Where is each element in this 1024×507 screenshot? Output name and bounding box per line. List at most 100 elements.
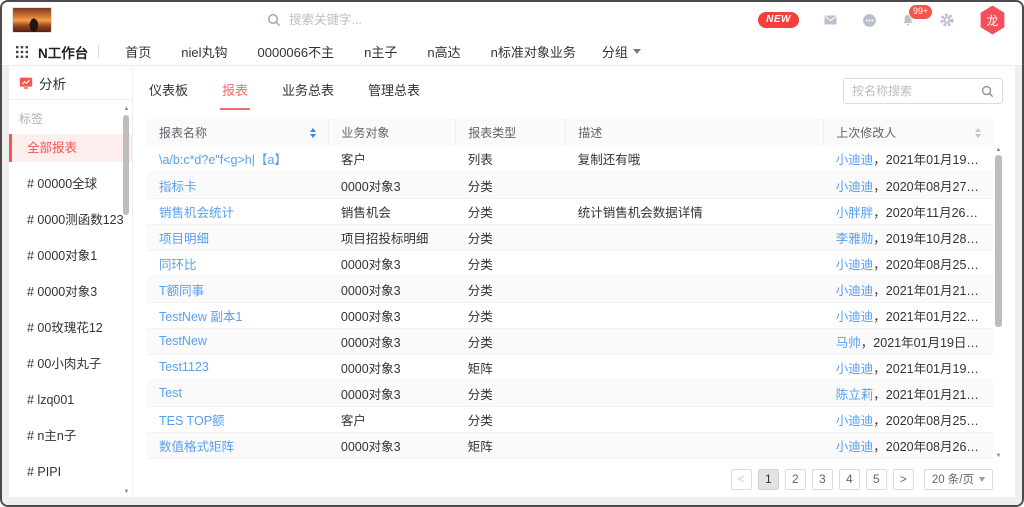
editor-link[interactable]: 小迪迪 <box>836 310 874 324</box>
report-name-link[interactable]: 同环比 <box>159 258 197 272</box>
report-name-link[interactable]: 项目明细 <box>159 232 209 246</box>
sidebar-tag-item[interactable]: # 大海主子 <box>9 490 132 497</box>
column-header-inner: 报表类型 <box>468 124 553 141</box>
editor-link[interactable]: 李雅勋 <box>836 232 874 246</box>
page-button-2[interactable]: 2 <box>785 469 806 490</box>
nav-item[interactable]: 0000066不主 <box>258 42 335 61</box>
page-button-3[interactable]: 3 <box>812 469 833 490</box>
cell-description <box>566 406 824 432</box>
editor-link[interactable]: 马帅 <box>836 336 861 350</box>
editor-link[interactable]: 小迪迪 <box>836 284 874 298</box>
nav-item[interactable]: n高达 <box>427 42 460 61</box>
gear-icon[interactable] <box>939 12 955 28</box>
mail-icon[interactable] <box>823 13 838 27</box>
cell-report-name: T额同事 <box>147 276 329 302</box>
editor-link[interactable]: 小迪迪 <box>836 362 874 376</box>
report-name-link[interactable]: 数值格式矩阵 <box>159 440 234 454</box>
cell-report-type: 分类 <box>456 172 566 198</box>
cell-report-type: 分类 <box>456 276 566 302</box>
editor-link[interactable]: 小胖胖 <box>836 206 874 220</box>
app-window: NEW 99+ 龙 N工作台 首页niel丸钩000006 <box>0 0 1024 507</box>
report-name-link[interactable]: Test1123 <box>159 360 209 374</box>
report-name-link[interactable]: \a/b:c*d?e"f<g>h|【a】 <box>159 153 287 167</box>
next-page-button[interactable]: > <box>893 469 914 490</box>
sort-icon[interactable] <box>310 128 316 138</box>
sidebar-tag-item[interactable]: # 0000测函数123 <box>9 202 132 238</box>
scroll-down-icon[interactable]: ▼ <box>122 489 131 495</box>
sort-icon[interactable] <box>975 128 981 138</box>
sidebar-tag-item[interactable]: # 00小肉丸子 <box>9 346 132 382</box>
cell-report-type: 分类 <box>456 250 566 276</box>
column-header[interactable]: 描述 <box>566 119 824 146</box>
sidebar-tag-item[interactable]: # PIPI <box>9 454 132 490</box>
cell-business-object: 0000对象3 <box>329 276 456 302</box>
sort-up-icon <box>975 128 981 132</box>
sidebar: 分析 标签 全部报表 # 00000全球# 0000测函数123# 0000对象… <box>9 66 133 497</box>
sidebar-tag-item[interactable]: # 00玫瑰花12 <box>9 310 132 346</box>
sidebar-item-all-reports[interactable]: 全部报表 <box>9 134 132 162</box>
chat-icon[interactable] <box>862 13 877 28</box>
sidebar-tag-item[interactable]: # n主n子 <box>9 418 132 454</box>
workspace-title[interactable]: N工作台 <box>38 42 88 62</box>
report-name-link[interactable]: TestNew <box>159 334 207 348</box>
bell-icon[interactable]: 99+ <box>901 13 915 28</box>
tab-3[interactable]: 管理总表 <box>366 72 422 110</box>
company-logo[interactable] <box>12 7 52 33</box>
search-icon[interactable] <box>981 85 994 98</box>
cell-description: 统计销售机会数据详情 <box>566 198 824 224</box>
page-button-5[interactable]: 5 <box>866 469 887 490</box>
scroll-up-icon[interactable]: ▲ <box>994 147 1003 153</box>
cell-report-name: 数值格式矩阵 <box>147 432 329 458</box>
nav-item[interactable]: n标准对象业务 <box>491 42 576 61</box>
sidebar-tag-item[interactable]: # 0000对象1 <box>9 238 132 274</box>
page-size-select[interactable]: 20 条/页 <box>924 469 993 490</box>
report-name-link[interactable]: 指标卡 <box>159 180 197 194</box>
prev-page-button[interactable]: < <box>731 469 752 490</box>
report-name-link[interactable]: Test <box>159 386 182 400</box>
global-search-input[interactable] <box>289 13 439 27</box>
table-header-row: 报表名称业务对象报表类型描述上次修改人 <box>147 119 993 146</box>
editor-link[interactable]: 小迪迪 <box>836 258 874 272</box>
table-scroll-thumb[interactable] <box>995 155 1002 327</box>
global-search <box>267 13 467 27</box>
editor-link[interactable]: 小迪迪 <box>836 180 874 194</box>
user-avatar[interactable]: 龙 <box>979 6 1006 35</box>
nav-item[interactable]: n主子 <box>364 42 397 61</box>
tab-2[interactable]: 业务总表 <box>280 72 336 110</box>
sidebar-tag-item[interactable]: # 00000全球 <box>9 166 132 202</box>
editor-link[interactable]: 小迪迪 <box>836 440 874 454</box>
pagination: < 12345 > 20 条/页 <box>147 469 1003 490</box>
editor-link[interactable]: 小迪迪 <box>836 153 874 167</box>
editor-separator: ， <box>873 153 886 167</box>
cell-business-object: 0000对象3 <box>329 432 456 458</box>
report-name-link[interactable]: T额同事 <box>159 284 204 298</box>
report-search-input[interactable] <box>852 84 981 98</box>
editor-link[interactable]: 陈立莉 <box>836 388 874 402</box>
tab-0[interactable]: 仪表板 <box>147 72 190 110</box>
report-name-link[interactable]: TestNew 副本1 <box>159 310 242 324</box>
new-badge[interactable]: NEW <box>758 12 799 28</box>
sidebar-tag-item[interactable]: # 0000对象3 <box>9 274 132 310</box>
column-header[interactable]: 上次修改人 <box>824 119 993 146</box>
scroll-down-icon[interactable]: ▼ <box>994 453 1003 459</box>
cell-last-editor: 小迪迪，2020年08月26日 10:00 <box>824 432 993 458</box>
nav-item[interactable]: 首页 <box>125 42 151 61</box>
app-launcher-icon[interactable] <box>16 46 28 58</box>
table-scrollbar[interactable]: ▲ ▼ <box>994 147 1003 459</box>
nav-item[interactable]: niel丸钩 <box>181 42 227 61</box>
sidebar-scrollbar[interactable]: ▲ ▼ <box>122 106 131 495</box>
column-header[interactable]: 报表名称 <box>147 119 329 146</box>
column-header[interactable]: 报表类型 <box>456 119 566 146</box>
cell-report-type: 分类 <box>456 380 566 406</box>
page-button-4[interactable]: 4 <box>839 469 860 490</box>
tab-1[interactable]: 报表 <box>220 72 250 110</box>
report-name-link[interactable]: TES TOP额 <box>159 414 225 428</box>
sidebar-scroll-thumb[interactable] <box>123 115 129 215</box>
nav-group-dropdown[interactable]: 分组 <box>602 42 641 61</box>
report-name-link[interactable]: 销售机会统计 <box>159 206 234 220</box>
sidebar-tag-item[interactable]: # lzq001 <box>9 382 132 418</box>
page-button-1[interactable]: 1 <box>758 469 779 490</box>
column-header[interactable]: 业务对象 <box>329 119 456 146</box>
editor-link[interactable]: 小迪迪 <box>836 414 874 428</box>
scroll-up-icon[interactable]: ▲ <box>122 106 131 112</box>
